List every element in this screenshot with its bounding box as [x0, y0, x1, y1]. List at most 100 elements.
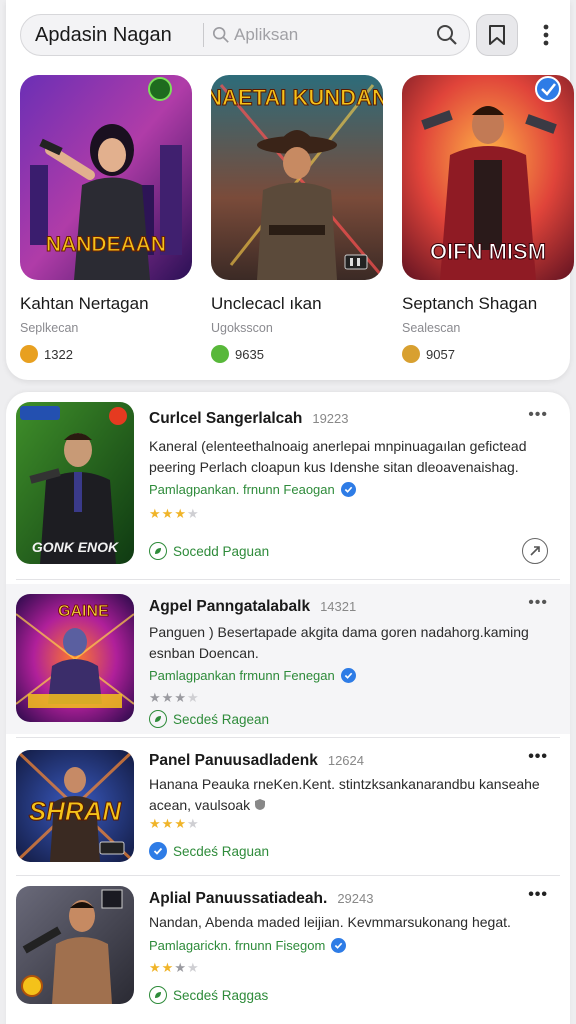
app-title-text: Panel Panuusadladenk [149, 752, 318, 769]
rating-stars: ★ ★ ★ ★ [149, 960, 199, 976]
featured-count-value: 9057 [426, 346, 455, 362]
featured-count: 9635 [211, 345, 383, 363]
featured-name: Septanch Shagan [402, 294, 538, 313]
status-text: Secdeś Ragean [173, 711, 270, 727]
star-icon: ★ [149, 816, 161, 831]
star-icon: ★ [174, 960, 186, 975]
star-icon: ★ [161, 506, 174, 521]
star-icon: ★ [174, 506, 186, 521]
verified-icon [331, 938, 347, 953]
share-icon[interactable] [522, 538, 548, 564]
developer-row: Pamlagpankan frmunn Fenegan [149, 668, 356, 683]
status-text: Socedd Paguan [173, 543, 270, 559]
rating-stars: ★ ★ ★ ★ [149, 690, 199, 706]
featured-banner-text: NANDEAAN [46, 233, 166, 256]
search-icon[interactable] [435, 23, 459, 47]
app-thumbnail[interactable]: GAINE [16, 594, 134, 722]
app-thumbnail[interactable]: GONK ENOK [16, 402, 134, 564]
status-row: Secdeś Raggas [149, 986, 268, 1004]
divider [16, 737, 560, 738]
bookmark-icon[interactable] [476, 14, 518, 56]
surprised-emoji-icon [402, 345, 420, 363]
featured-image[interactable]: NAETAI KUNDAN [211, 75, 383, 280]
status-text: Secdeś Raguan [173, 843, 270, 859]
list-item[interactable]: SHRAN Panel Panuusadladenk 12624 ••• Hana… [6, 742, 570, 872]
developer-name: Pamlagarickn. frnunn Fisegom [149, 938, 326, 953]
shield-icon [254, 796, 266, 817]
star-icon: ★ [149, 690, 161, 705]
featured-section: Apdasin Nagan Apliksan NANDEAAN Kahtan N… [6, 0, 574, 380]
star-icon: ★ [161, 690, 174, 705]
featured-subtitle: Seplkecan [20, 321, 79, 335]
featured-subtitle: Ugoksscon [211, 321, 273, 335]
check-circle-icon [149, 842, 167, 860]
status-row: Secdeś Ragean [149, 710, 269, 728]
search-input[interactable] [234, 25, 384, 45]
featured-count-value: 1322 [44, 346, 73, 362]
app-title[interactable]: Aplial Panuussatiadeah. 29243 [149, 890, 373, 908]
app-title[interactable]: Panel Panuusadladenk 12624 [149, 752, 364, 770]
verified-icon [340, 668, 356, 683]
search-field[interactable] [212, 25, 469, 45]
search-bar[interactable]: Apdasin Nagan [20, 14, 470, 56]
featured-image[interactable]: NANDEAAN [20, 75, 192, 280]
star-icon: ★ [186, 960, 199, 975]
list-item[interactable]: GONK ENOK Curlcel Sangerlalcah 19223 ••• … [6, 392, 570, 578]
app-title: Apdasin Nagan [35, 23, 172, 46]
divider [16, 579, 560, 580]
star-icon: ★ [186, 816, 199, 831]
app-thumbnail[interactable]: SHRAN [16, 750, 134, 862]
rating-stars: ★ ★ ★ ★ [149, 816, 199, 832]
more-horizontal-icon[interactable]: ••• [528, 748, 548, 766]
search-small-icon [212, 26, 229, 43]
app-number: 14321 [320, 599, 357, 614]
leaf-icon [149, 986, 167, 1004]
featured-image[interactable]: OIFN MISM [402, 75, 574, 280]
star-icon: ★ [161, 960, 174, 975]
app-title[interactable]: Curlcel Sangerlalcah 19223 [149, 410, 349, 428]
leaf-icon [149, 710, 167, 728]
status-row: Secdeś Raguan [149, 842, 269, 860]
app-number: 29243 [337, 891, 374, 906]
list-item[interactable]: Aplial Panuussatiadeah. 29243 ••• Nandan,… [6, 880, 570, 1010]
status-text: Secdeś Raggas [173, 987, 269, 1003]
search-divider [203, 23, 204, 47]
leaf-icon [149, 542, 167, 560]
app-number: 19223 [312, 411, 349, 426]
thumb-banner-text: GONK ENOK [32, 539, 119, 555]
featured-count: 9057 [402, 345, 574, 363]
app-list: GONK ENOK Curlcel Sangerlalcah 19223 ••• … [6, 392, 570, 1024]
more-vertical-icon[interactable] [532, 20, 560, 50]
featured-subtitle: Sealescan [402, 321, 461, 335]
star-icon: ★ [186, 690, 199, 705]
featured-name: Kahtan Nertagan [20, 294, 149, 313]
app-description: Panguen ) Besertapade akgita dama goren … [149, 624, 529, 661]
featured-banner-text: NAETAI KUNDAN [211, 85, 383, 110]
more-horizontal-icon[interactable]: ••• [528, 406, 548, 424]
rating-stars: ★ ★ ★ ★ [149, 506, 199, 522]
angry-emoji-icon [20, 345, 38, 363]
featured-card[interactable]: NAETAI KUNDAN Unclecacl ıkan Ugoksscon 9… [211, 75, 383, 363]
app-thumbnail[interactable] [16, 886, 134, 1004]
grin-emoji-icon [211, 345, 229, 363]
featured-banner-text: OIFN MISM [430, 239, 546, 264]
app-description: Hanana Peauka rneKen.Kent. stintzksankan… [149, 774, 544, 817]
featured-card[interactable]: NANDEAAN Kahtan Nertagan Seplkecan 1322 [20, 75, 192, 363]
more-horizontal-icon[interactable]: ••• [528, 594, 548, 612]
more-horizontal-icon[interactable]: ••• [528, 886, 548, 904]
thumb-banner-text: GAINE [58, 603, 109, 620]
app-title-text: Curlcel Sangerlalcah [149, 410, 303, 427]
featured-name: Unclecacl ıkan [211, 294, 322, 313]
star-icon: ★ [174, 816, 186, 831]
app-number: 12624 [327, 753, 364, 768]
app-title[interactable]: Agpel Panngatalabalk 14321 [149, 598, 356, 616]
app-title-text: Agpel Panngatalabalk [149, 598, 311, 615]
app-description-text: Hanana Peauka rneKen.Kent. stintzksankan… [149, 776, 540, 813]
featured-card[interactable]: OIFN MISM Septanch Shagan Sealescan 9057 [402, 75, 574, 363]
verified-icon [340, 482, 356, 497]
list-item[interactable]: GAINE Agpel Panngatalabalk 14321 ••• Pang… [6, 584, 570, 734]
star-icon: ★ [149, 506, 161, 521]
featured-count: 1322 [20, 345, 192, 363]
app-title-text: Aplial Panuussatiadeah. [149, 890, 328, 907]
developer-row: Pamlagpankan. frnunn Feaogan [149, 482, 356, 497]
